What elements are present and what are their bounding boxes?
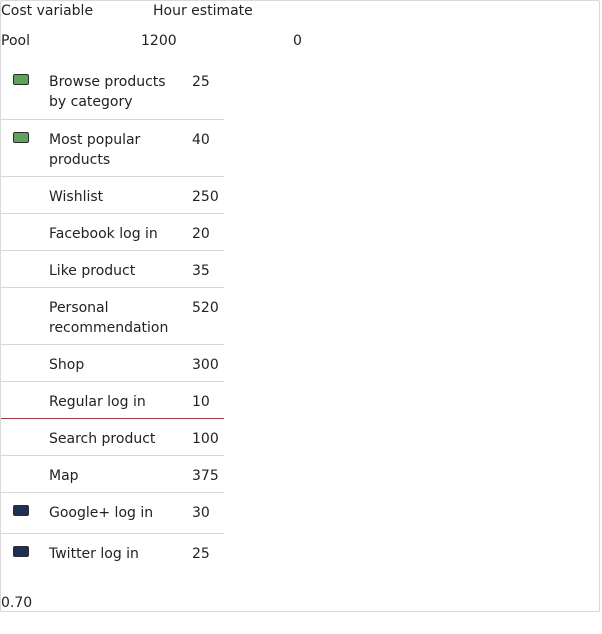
item-hours: 35 xyxy=(192,263,210,279)
item-name: Browse products by category xyxy=(49,74,166,110)
pool-value: 1200 xyxy=(141,33,177,49)
color-swatch xyxy=(13,546,29,557)
item-hours: 100 xyxy=(192,431,219,447)
list-item[interactable]: Wishlist 250 xyxy=(1,176,224,213)
item-name: Most popular products xyxy=(49,132,141,168)
list-item[interactable]: Shop 300 xyxy=(1,344,224,381)
item-hours: 10 xyxy=(192,394,210,410)
pool-extra-value: 0 xyxy=(293,33,302,49)
footer-value: 0.70 xyxy=(1,595,33,611)
item-name: Map xyxy=(49,468,79,484)
item-name: Wishlist xyxy=(49,189,104,205)
list-item[interactable]: Personal recommendation 520 xyxy=(1,287,224,344)
item-name: Regular log in xyxy=(49,394,146,410)
item-hours: 25 xyxy=(192,74,210,90)
pool-row: Pool 1200 0 xyxy=(1,33,321,51)
item-hours: 250 xyxy=(192,189,219,205)
item-name: Shop xyxy=(49,357,85,373)
list-item[interactable]: Most popular products 40 xyxy=(1,119,224,176)
color-swatch xyxy=(13,74,29,85)
list-item[interactable]: Map 375 xyxy=(1,455,224,492)
color-swatch xyxy=(13,132,29,143)
item-name: Search product xyxy=(49,431,156,447)
item-name: Facebook log in xyxy=(49,226,158,242)
list-item[interactable]: Facebook log in 20 xyxy=(1,213,224,250)
item-name: Like product xyxy=(49,263,136,279)
item-name: Google+ log in xyxy=(49,505,154,521)
list-item[interactable]: Browse products by category 25 xyxy=(1,62,224,119)
list-item[interactable]: Google+ log in 30 xyxy=(1,492,224,533)
item-hours: 300 xyxy=(192,357,219,373)
list-item[interactable]: Like product 35 xyxy=(1,250,224,287)
feature-list: Browse products by category 25 Most popu… xyxy=(1,62,224,574)
item-name: Personal recommendation xyxy=(49,300,169,336)
item-hours: 520 xyxy=(192,300,219,316)
list-item[interactable]: Search product 100 xyxy=(1,418,224,455)
item-name: Twitter log in xyxy=(49,546,139,562)
list-item[interactable]: Regular log in 10 xyxy=(1,381,224,418)
item-hours: 25 xyxy=(192,546,210,562)
list-item[interactable]: Twitter log in 25 xyxy=(1,533,224,574)
item-hours: 30 xyxy=(192,505,210,521)
color-swatch xyxy=(13,505,29,516)
item-hours: 20 xyxy=(192,226,210,242)
pool-label: Pool xyxy=(1,33,30,49)
table-header: Cost variable Hour estimate xyxy=(1,3,321,21)
cost-variable-header: Cost variable xyxy=(1,3,94,19)
hour-estimate-header: Hour estimate xyxy=(153,3,253,19)
item-hours: 375 xyxy=(192,468,219,484)
item-hours: 40 xyxy=(192,132,210,148)
